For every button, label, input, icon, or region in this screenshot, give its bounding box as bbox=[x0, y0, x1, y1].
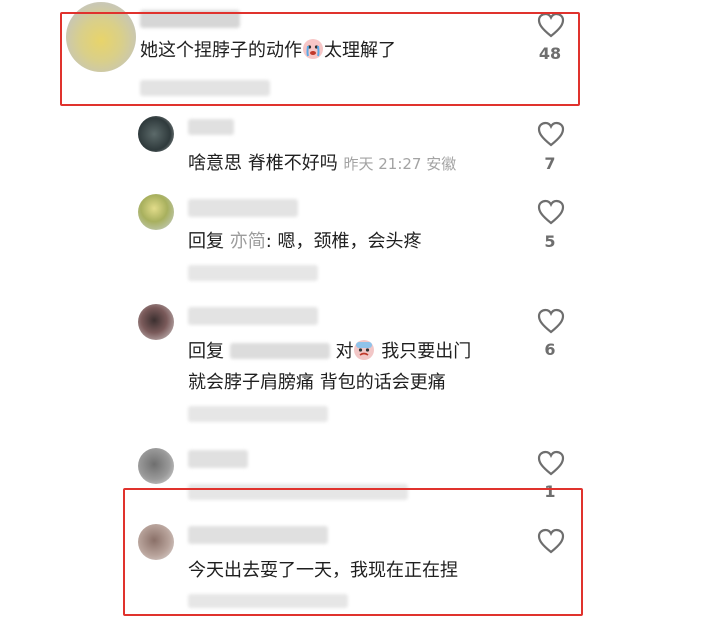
comment-text-part: 对 bbox=[329, 341, 354, 362]
heart-icon[interactable] bbox=[537, 121, 565, 147]
comment-text-part: 我只要出门 bbox=[375, 341, 472, 362]
reply-name-blurred[interactable] bbox=[229, 343, 330, 359]
meta-blurred bbox=[188, 406, 328, 422]
highlight-box bbox=[60, 12, 580, 106]
username-blurred[interactable] bbox=[188, 307, 318, 325]
avatar[interactable] bbox=[138, 116, 174, 152]
like-count: 5 bbox=[544, 232, 556, 251]
reply-name[interactable]: 亦简 bbox=[230, 231, 266, 252]
reply-prefix: 回复 bbox=[188, 341, 230, 362]
username-blurred[interactable] bbox=[188, 199, 298, 217]
comment-text: 回复 亦简: 嗯，颈椎，会头疼 bbox=[188, 229, 422, 255]
avatar[interactable] bbox=[138, 194, 174, 230]
comment-text-line2: 就会脖子肩膀痛 背包的话会更痛 bbox=[188, 372, 446, 393]
comment-text: 啥意思 脊椎不好吗 昨天 21:27 安徽 bbox=[188, 151, 456, 177]
cold-sweat-face-icon bbox=[353, 339, 375, 361]
like-count: 7 bbox=[544, 154, 556, 173]
username-blurred[interactable] bbox=[188, 119, 234, 135]
avatar[interactable] bbox=[138, 448, 174, 484]
comment-text-part: : 嗯，颈椎，会头疼 bbox=[265, 231, 422, 252]
comment-text-part: 啥意思 脊椎不好吗 bbox=[188, 153, 338, 174]
username-blurred[interactable] bbox=[188, 450, 248, 468]
reply-prefix: 回复 bbox=[188, 231, 230, 252]
comment-text: 回复 对 我只要出门 bbox=[188, 339, 471, 365]
avatar[interactable] bbox=[138, 304, 174, 340]
comment-time-location: 昨天 21:27 安徽 bbox=[343, 155, 457, 173]
heart-icon[interactable] bbox=[537, 450, 565, 476]
heart-icon[interactable] bbox=[537, 308, 565, 334]
like-count: 6 bbox=[544, 340, 556, 359]
meta-blurred bbox=[188, 265, 318, 281]
highlight-box bbox=[123, 488, 583, 616]
heart-icon[interactable] bbox=[537, 199, 565, 225]
